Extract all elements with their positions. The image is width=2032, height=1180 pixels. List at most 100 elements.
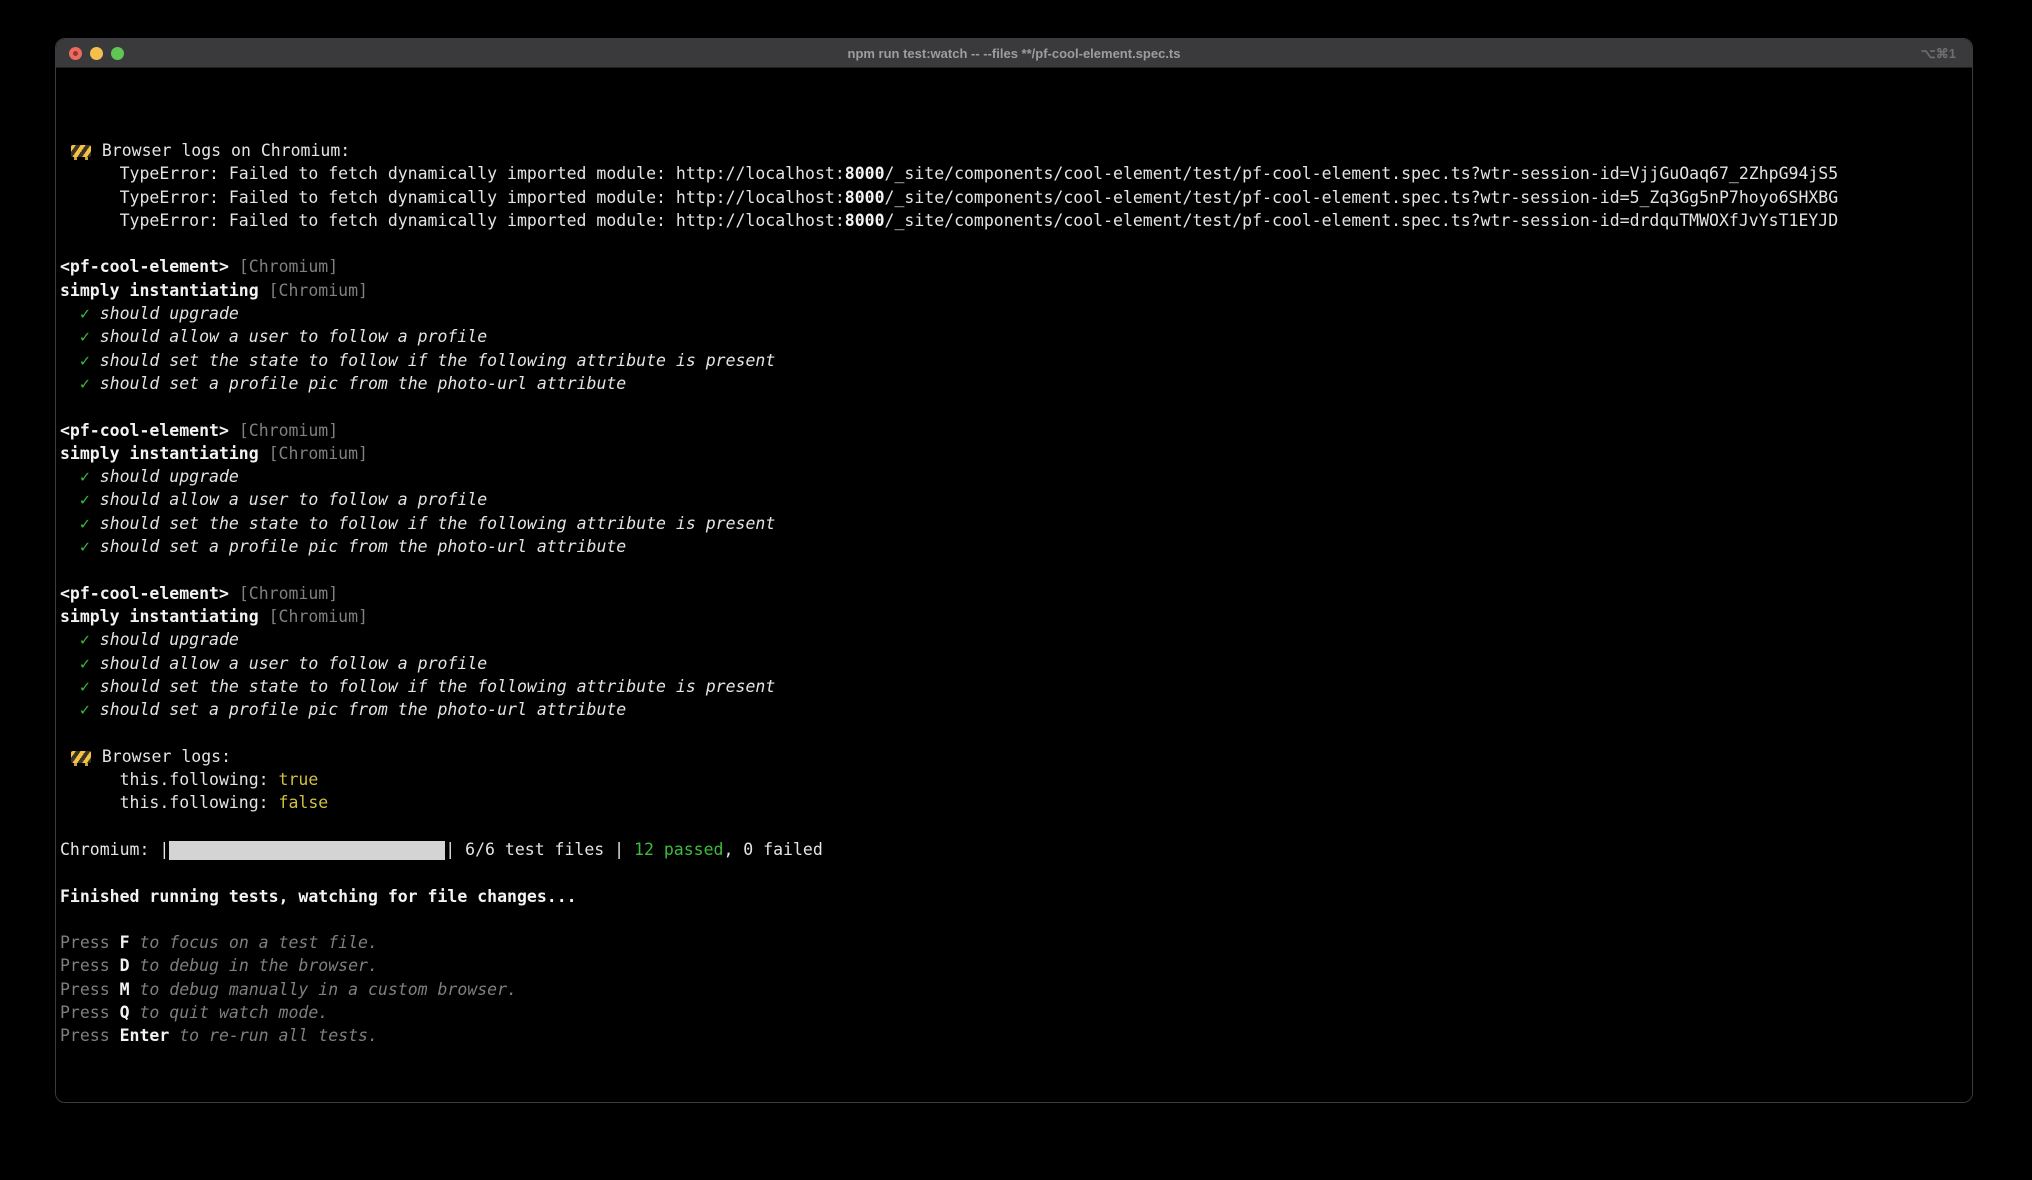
terminal-line: ✓ should upgrade	[60, 465, 1968, 488]
text-segment	[60, 747, 70, 766]
browser-logs-header: Browser logs on Chromium:	[92, 141, 350, 160]
terminal-line: Finished running tests, watching for fil…	[60, 885, 1968, 908]
text-segment	[90, 630, 100, 649]
check-icon: ✓	[80, 630, 90, 649]
test-name: should upgrade	[100, 630, 239, 649]
terminal-line: Press Q to quit watch mode.	[60, 1001, 1968, 1024]
terminal-line: Press D to debug in the browser.	[60, 954, 1968, 977]
terminal-line: Browser logs on Chromium:	[60, 139, 1968, 162]
text-segment	[90, 700, 100, 719]
test-name: should allow a user to follow a profile	[100, 654, 487, 673]
error-message: TypeError: Failed to fetch dynamically i…	[60, 188, 845, 207]
terminal-line: TypeError: Failed to fetch dynamically i…	[60, 209, 1968, 232]
construction-barrier-icon	[71, 751, 91, 763]
test-files-count: 6/6 test files |	[455, 840, 634, 859]
suite-title: <pf-cool-element>	[60, 421, 229, 440]
check-icon: ✓	[80, 677, 90, 696]
terminal-line: ✓ should allow a user to follow a profil…	[60, 488, 1968, 511]
terminal-line: TypeError: Failed to fetch dynamically i…	[60, 162, 1968, 185]
text-segment: Press	[60, 933, 120, 952]
failed-count: , 0 failed	[723, 840, 822, 859]
terminal-line	[60, 558, 1968, 581]
terminal-line: <pf-cool-element> [Chromium]	[60, 255, 1968, 278]
describe-title: simply instantiating	[60, 607, 259, 626]
text-segment	[60, 490, 80, 509]
test-name: should allow a user to follow a profile	[100, 327, 487, 346]
window-shortcut-badge: ⌥⌘1	[1921, 39, 1956, 68]
terminal-line: ✓ should set the state to follow if the …	[60, 675, 1968, 698]
test-name: should upgrade	[100, 467, 239, 486]
module-url: /_site/components/cool-element/test/pf-c…	[885, 188, 1839, 207]
terminal-line: Press Enter to re-run all tests.	[60, 1024, 1968, 1047]
text-segment: |	[159, 840, 169, 859]
browser-tag: [Chromium]	[269, 281, 368, 300]
text-segment: |	[445, 840, 455, 859]
browser-tag: [Chromium]	[239, 257, 338, 276]
window-title: npm run test:watch -- --files **/pf-cool…	[56, 39, 1972, 68]
check-icon: ✓	[80, 327, 90, 346]
key-description: to quit watch mode.	[130, 1003, 329, 1022]
log-label: this.following:	[60, 793, 279, 812]
text-segment	[60, 304, 80, 323]
text-segment	[90, 467, 100, 486]
terminal-line: ✓ should set a profile pic from the phot…	[60, 535, 1968, 558]
text-segment: Press	[60, 980, 120, 999]
text-segment	[90, 374, 100, 393]
terminal-line: Press M to debug manually in a custom br…	[60, 978, 1968, 1001]
test-name: should set the state to follow if the fo…	[100, 514, 776, 533]
test-name: should set the state to follow if the fo…	[100, 677, 776, 696]
text-segment	[60, 514, 80, 533]
key-hint: Q	[120, 1003, 130, 1022]
module-url: /_site/components/cool-element/test/pf-c…	[885, 211, 1839, 230]
text-segment	[90, 351, 100, 370]
terminal-line	[60, 721, 1968, 744]
text-segment	[90, 327, 100, 346]
text-segment	[229, 421, 239, 440]
progress-browser-label: Chromium:	[60, 840, 159, 859]
terminal-line: ✓ should allow a user to follow a profil…	[60, 325, 1968, 348]
text-segment	[60, 374, 80, 393]
log-value: true	[279, 770, 319, 789]
describe-title: simply instantiating	[60, 281, 259, 300]
terminal-line: simply instantiating [Chromium]	[60, 279, 1968, 302]
terminal-line: ✓ should allow a user to follow a profil…	[60, 652, 1968, 675]
terminal-line: Browser logs:	[60, 745, 1968, 768]
key-hint: D	[120, 956, 130, 975]
check-icon: ✓	[80, 700, 90, 719]
browser-tag: [Chromium]	[269, 444, 368, 463]
test-name: should set a profile pic from the photo-…	[100, 374, 627, 393]
terminal-line: <pf-cool-element> [Chromium]	[60, 582, 1968, 605]
error-message: TypeError: Failed to fetch dynamically i…	[60, 211, 845, 230]
test-name: should set a profile pic from the photo-…	[100, 700, 627, 719]
terminal-line	[60, 232, 1968, 255]
check-icon: ✓	[80, 654, 90, 673]
terminal-line: simply instantiating [Chromium]	[60, 442, 1968, 465]
terminal-output-area[interactable]: Browser logs on Chromium: TypeError: Fai…	[56, 69, 1972, 1102]
text-segment	[90, 677, 100, 696]
terminal-line: <pf-cool-element> [Chromium]	[60, 419, 1968, 442]
terminal-line: ✓ should upgrade	[60, 302, 1968, 325]
key-description: to debug in the browser.	[130, 956, 378, 975]
terminal-line	[60, 395, 1968, 418]
terminal-line: TypeError: Failed to fetch dynamically i…	[60, 186, 1968, 209]
terminal-line: Press F to focus on a test file.	[60, 931, 1968, 954]
terminal-line: ✓ should upgrade	[60, 628, 1968, 651]
terminal-line: ✓ should set the state to follow if the …	[60, 349, 1968, 372]
test-name: should set a profile pic from the photo-…	[100, 537, 627, 556]
text-segment	[90, 654, 100, 673]
terminal-line: this.following: true	[60, 768, 1968, 791]
text-segment	[259, 281, 269, 300]
text-segment	[60, 677, 80, 696]
text-segment: Press	[60, 1026, 120, 1045]
text-segment	[60, 351, 80, 370]
browser-tag: [Chromium]	[269, 607, 368, 626]
terminal-line: ✓ should set the state to follow if the …	[60, 512, 1968, 535]
text-segment	[90, 490, 100, 509]
module-url: /_site/components/cool-element/test/pf-c…	[885, 164, 1839, 183]
text-segment	[60, 327, 80, 346]
terminal-line: ✓ should set a profile pic from the phot…	[60, 372, 1968, 395]
terminal-line: ✓ should set a profile pic from the phot…	[60, 698, 1968, 721]
text-segment	[259, 607, 269, 626]
terminal-line	[60, 908, 1968, 931]
check-icon: ✓	[80, 304, 90, 323]
